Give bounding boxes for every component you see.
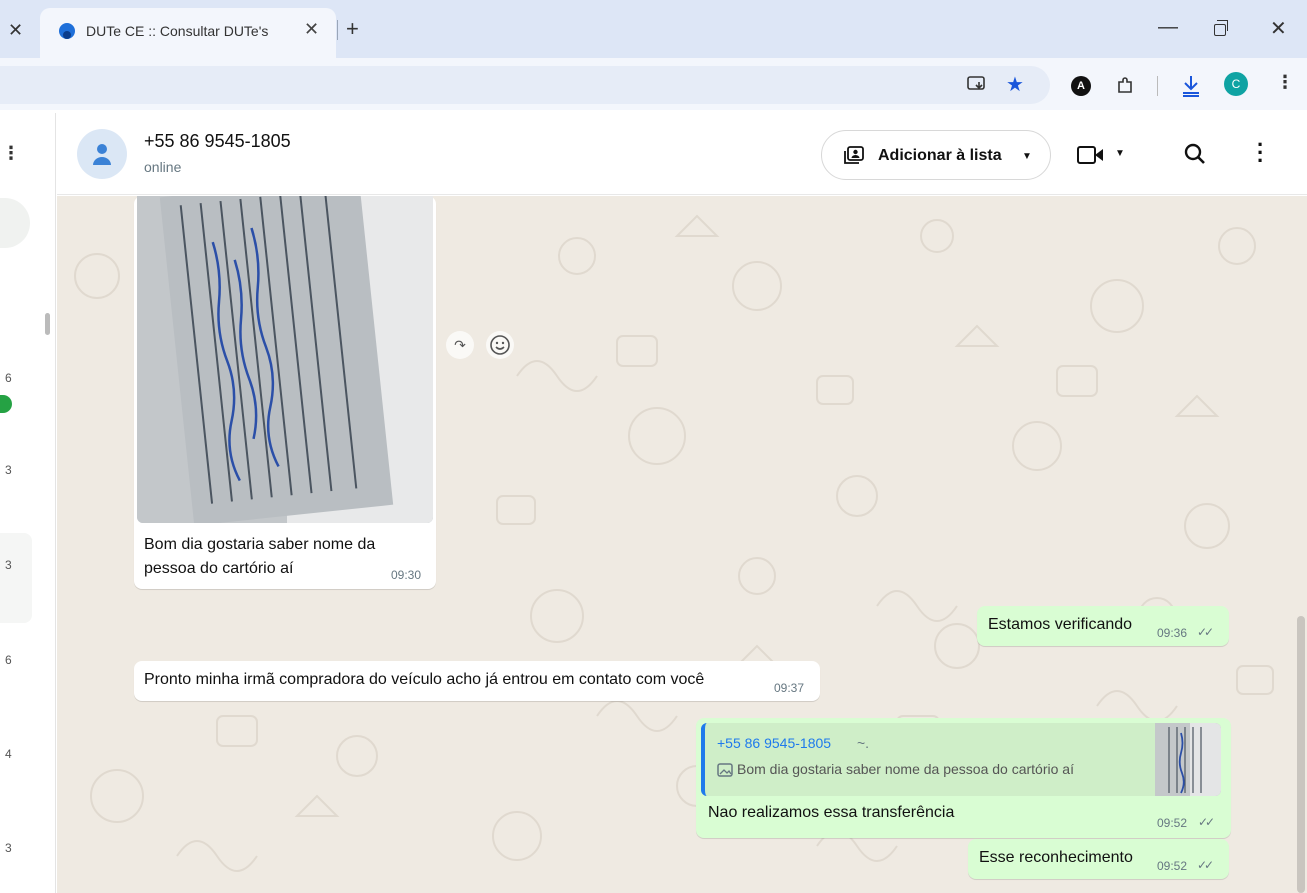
message-bubble-outgoing[interactable]: Estamos verificando 09:36 ✓✓ [977, 606, 1229, 646]
message-caption: pessoa do cartório aí [144, 560, 294, 577]
search-pill[interactable] [0, 198, 30, 248]
person-icon [93, 144, 111, 165]
chat-header: +55 86 9545-1805 online Adicionar à list… [57, 113, 1307, 195]
quote-author: +55 86 9545-1805 [717, 735, 832, 751]
chat-list-count: 3 [5, 841, 12, 855]
quote-author-suffix: ~. [857, 735, 870, 751]
chat-list-item-selected[interactable] [0, 533, 32, 623]
toolbar-divider [1157, 76, 1158, 96]
message-text: Esse reconhecimento [979, 849, 1133, 866]
contact-name[interactable]: +55 86 9545-1805 [144, 131, 291, 152]
cast-icon[interactable] [967, 76, 987, 94]
caret-down-icon[interactable]: ▼ [1115, 148, 1125, 159]
message-image[interactable] [137, 196, 433, 523]
double-check-icon: ✓✓ [1197, 858, 1214, 872]
contact-list-icon [844, 146, 864, 164]
chat-list-count: 6 [5, 371, 12, 385]
message-bubble-outgoing[interactable]: Esse reconhecimento 09:52 ✓✓ [968, 839, 1229, 879]
message-time: 09:37 [774, 681, 805, 695]
image-icon [717, 763, 733, 777]
star-icon[interactable]: ★ [1006, 72, 1024, 97]
double-check-icon: ✓✓ [1198, 815, 1215, 829]
unread-badge [0, 395, 12, 413]
message-bubble-outgoing[interactable]: +55 86 9545-1805 ~. Bom dia gostaria sab… [696, 718, 1231, 838]
extension-a-icon[interactable]: A [1071, 76, 1091, 96]
close-tab-icon[interactable]: ✕ [8, 20, 23, 41]
browser-toolbar: ★ A C ⋮ [0, 58, 1307, 110]
menu-icon[interactable]: ⋮ [2, 143, 20, 164]
profile-avatar[interactable]: C [1224, 72, 1248, 96]
quote-thumbnail [1155, 723, 1221, 796]
site-favicon-icon [59, 23, 75, 39]
message-time: 09:30 [391, 568, 422, 582]
contact-avatar[interactable] [77, 129, 127, 179]
document-photo [137, 196, 433, 523]
restore-icon[interactable] [1214, 20, 1228, 36]
message-bubble-incoming[interactable]: Pronto minha irmã compradora do veículo … [134, 661, 820, 701]
quoted-message[interactable]: +55 86 9545-1805 ~. Bom dia gostaria sab… [701, 723, 1221, 796]
emoji-react-icon[interactable] [486, 331, 514, 359]
message-time: 09:52 [1157, 816, 1188, 830]
message-text: Nao realizamos essa transferência [708, 804, 955, 821]
chat-list-count: 3 [5, 463, 12, 477]
conversation-panel[interactable]: Bom dia gostaria saber nome da pessoa do… [57, 196, 1307, 893]
caret-down-icon: ▼ [1022, 151, 1032, 162]
message-caption: Bom dia gostaria saber nome da [144, 536, 376, 553]
plus-icon[interactable]: + [346, 16, 359, 42]
message-bubble-incoming[interactable]: Bom dia gostaria saber nome da pessoa do… [134, 196, 436, 589]
extensions-icon[interactable] [1115, 76, 1135, 96]
search-icon[interactable] [1184, 143, 1206, 165]
more-vert-icon[interactable]: ⋮ [1276, 72, 1294, 93]
window-close-icon[interactable]: ✕ [1270, 16, 1287, 41]
contact-status: online [144, 159, 182, 175]
browser-tab-strip: ✕ DUTe CE :: Consultar DUTe's ✕ + — ✕ [0, 0, 1307, 58]
chat-list-scrollbar[interactable] [45, 313, 50, 335]
address-bar[interactable] [0, 66, 1050, 104]
chat-list-count: 6 [5, 653, 12, 667]
more-vert-icon[interactable]: · · · [1257, 134, 1264, 172]
download-icon[interactable] [1180, 74, 1202, 98]
browser-tab-active[interactable]: DUTe CE :: Consultar DUTe's ✕ [40, 8, 336, 58]
minimize-icon[interactable]: — [1158, 16, 1178, 39]
message-text: Pronto minha irmã compradora do veículo … [144, 671, 705, 688]
double-check-icon: ✓✓ [1197, 625, 1214, 639]
message-time: 09:36 [1157, 626, 1188, 640]
quote-text: Bom dia gostaria saber nome da pessoa do… [737, 761, 1074, 777]
chat-list-count: 3 [5, 558, 12, 572]
tab-divider [337, 20, 338, 40]
chat-list-count: 4 [5, 747, 12, 761]
add-to-list-label: Adicionar à lista [878, 147, 1002, 164]
video-call-icon[interactable] [1077, 145, 1105, 165]
message-time: 09:52 [1157, 859, 1188, 873]
close-icon[interactable]: ✕ [304, 19, 319, 40]
add-to-list-button[interactable]: Adicionar à lista ▼ [821, 130, 1051, 180]
conversation-scrollbar[interactable] [1297, 616, 1305, 893]
tab-title: DUTe CE :: Consultar DUTe's [86, 23, 269, 39]
forward-icon[interactable]: ↷ [446, 331, 474, 359]
chat-list-peek: ⋮ 6 3 3 6 4 3 [0, 113, 56, 893]
message-text: Estamos verificando [988, 616, 1133, 633]
